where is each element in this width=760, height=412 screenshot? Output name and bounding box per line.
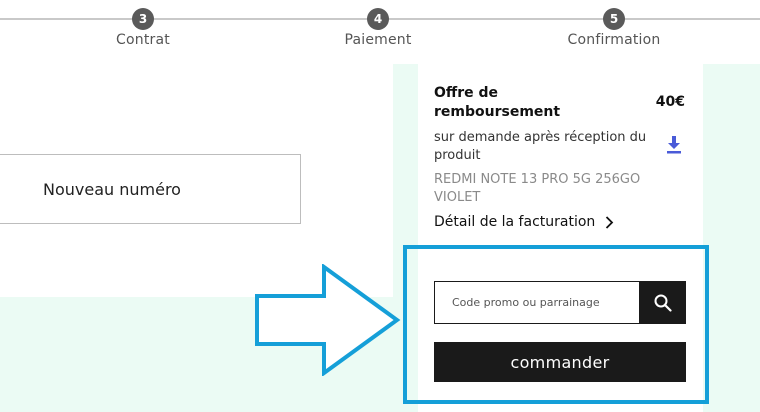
new-number-label: Nouveau numéro — [43, 179, 181, 199]
step-number: 3 — [132, 8, 154, 30]
download-icon[interactable] — [666, 136, 682, 154]
arrow-right-icon — [255, 264, 401, 376]
checkout-stepper: 3 Contrat 4 Paiement 5 Confirmation — [0, 0, 760, 64]
new-number-option[interactable]: Nouveau numéro — [0, 154, 301, 224]
offer-description: sur demande après réception du produit — [434, 130, 647, 163]
highlight-box — [403, 245, 709, 404]
billing-detail-label: Détail de la facturation — [434, 214, 596, 230]
chevron-right-icon — [606, 215, 614, 229]
step-label: Contrat — [116, 32, 170, 48]
step-number: 4 — [367, 8, 389, 30]
offer-title: Offre de remboursement — [434, 85, 561, 120]
step-paiement[interactable]: 4 Paiement — [298, 8, 458, 48]
step-label: Paiement — [344, 32, 412, 48]
step-contrat[interactable]: 3 Contrat — [63, 8, 223, 48]
line-options-panel: Nouveau numéro — [0, 64, 393, 297]
step-label: Confirmation — [567, 32, 661, 48]
step-number: 5 — [603, 8, 625, 30]
step-confirmation[interactable]: 5 Confirmation — [534, 8, 694, 48]
billing-detail-link[interactable]: Détail de la facturation — [434, 214, 614, 230]
product-name: REDMI NOTE 13 PRO 5G 256GO VIOLET — [434, 172, 641, 205]
offer-price: 40€ — [655, 94, 685, 110]
